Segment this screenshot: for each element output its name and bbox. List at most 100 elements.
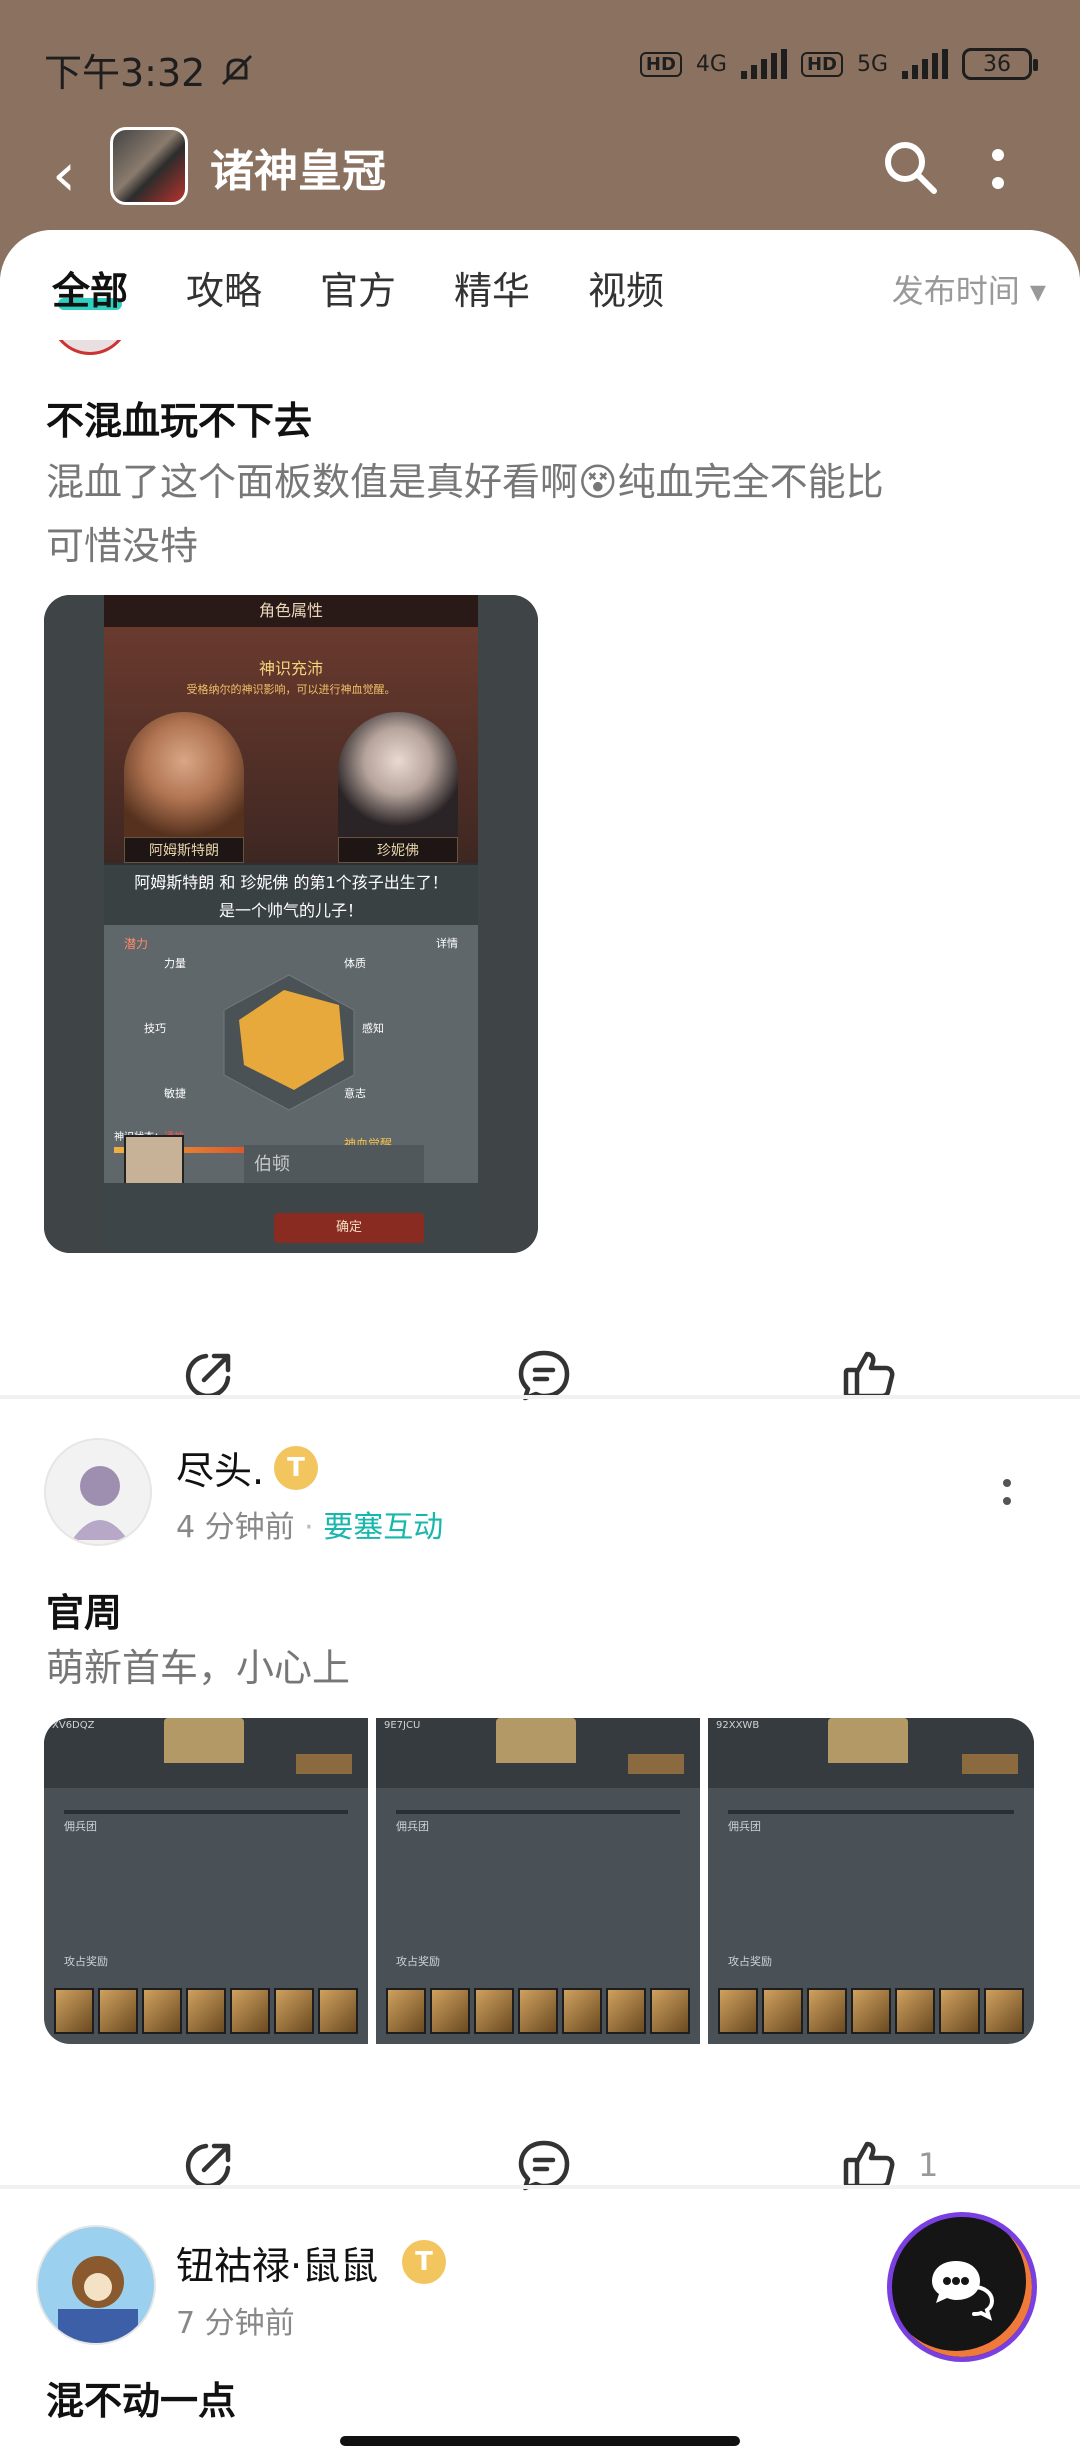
radar-chart — [223, 974, 355, 1111]
hd-badge: HD — [800, 51, 843, 77]
battery-level: 36 — [983, 51, 1011, 77]
post-image[interactable]: 92XXWB 佣兵团 攻占奖励 — [708, 1718, 1034, 2044]
image-footer: 确定 — [104, 1183, 478, 1253]
sort-dropdown[interactable]: 发布时间 ▾ — [892, 266, 1046, 312]
signal-icon — [902, 49, 948, 79]
reward-label: 攻占奖励 — [64, 1955, 108, 1968]
like-count: 1 — [918, 2146, 939, 2184]
stat-label: 意志 — [344, 1087, 366, 1100]
reward-label: 攻占奖励 — [728, 1955, 772, 1968]
castle-icon — [164, 1718, 244, 1763]
father-name: 阿姆斯特朗 — [124, 837, 244, 863]
room-code: XV6DQZ — [52, 1720, 95, 1731]
network-type: 5G — [856, 51, 888, 77]
create-post-button[interactable] — [887, 2212, 1037, 2362]
chat-icon — [932, 2261, 995, 2321]
post-title[interactable]: 不混血玩不下去 — [46, 390, 312, 445]
room-code: 9E7JCU — [384, 1720, 421, 1731]
status-time-group: 下午3:32 — [44, 42, 255, 97]
home-indicator — [340, 2436, 740, 2446]
search-icon[interactable] — [880, 137, 940, 197]
image-button — [296, 1754, 352, 1774]
avatar[interactable] — [36, 2225, 156, 2345]
like-button[interactable] — [840, 1330, 918, 1420]
room-code: 92XXWB — [716, 1720, 760, 1731]
image-side-panel — [478, 595, 538, 1253]
banner-title: 神识充沛 — [258, 659, 323, 678]
image-button — [628, 1754, 684, 1774]
castle-icon — [496, 1718, 576, 1763]
network-type: 4G — [695, 51, 727, 77]
tab-featured[interactable]: 精华 — [454, 260, 530, 315]
post-body[interactable]: 萌新首车，小心上 — [46, 1636, 350, 1700]
stat-label: 体质 — [344, 957, 366, 970]
post-divider — [0, 1395, 1080, 1399]
tab-guide[interactable]: 攻略 — [186, 260, 262, 315]
comment-button[interactable] — [515, 2120, 573, 2210]
post-divider — [0, 2185, 1080, 2189]
stat-label: 敏捷 — [164, 1087, 186, 1100]
group-label: 佣兵团 — [728, 1820, 761, 1833]
post-title[interactable]: 混不动一点 — [46, 2370, 236, 2425]
progress-bar — [728, 1810, 1014, 1814]
post-body-line: 可惜没特 — [46, 524, 199, 568]
back-icon[interactable]: ‹ — [52, 145, 76, 205]
announce-line: 是一个帅气的儿子！ — [218, 901, 363, 920]
group-label: 佣兵团 — [396, 1820, 429, 1833]
more-icon[interactable] — [990, 147, 1006, 197]
status-indicators: HD 4G HD 5G 36 — [639, 48, 1038, 80]
mute-icon — [222, 54, 253, 85]
progress-bar — [64, 1810, 348, 1814]
level-badge: T — [274, 1446, 318, 1490]
post-meta: 4 分钟前 · 要塞互动 — [176, 1510, 444, 1545]
image-side-panel — [44, 595, 104, 1253]
reward-items — [386, 1988, 690, 2034]
avatar-image — [72, 1466, 128, 1540]
signal-icon — [740, 49, 787, 79]
share-button[interactable] — [180, 1330, 238, 1420]
group-label: 佣兵团 — [64, 1820, 97, 1833]
hd-badge: HD — [639, 51, 682, 77]
post-image[interactable]: 角色属性 神识充沛 受格纳尔的神识影响，可以进行神血觉醒。 阿姆斯特朗 珍妮佛 … — [44, 595, 538, 1253]
reward-items — [718, 1988, 1024, 2034]
tab-official[interactable]: 官方 — [320, 260, 396, 315]
father-portrait — [124, 712, 244, 852]
stat-label: 感知 — [362, 1022, 384, 1035]
tab-bar: 全部 攻略 官方 精华 视频 发布时间 ▾ — [0, 230, 1080, 340]
post-image[interactable]: 9E7JCU 佣兵团 攻占奖励 — [376, 1718, 700, 2044]
avatar-image — [58, 2256, 138, 2343]
post-time: 4 分钟前 — [176, 1510, 295, 1545]
status-bar: 下午3:32 HD 4G HD 5G 36 — [0, 0, 1080, 140]
share-button[interactable] — [180, 2120, 238, 2210]
castle-icon — [828, 1718, 908, 1763]
mother-portrait — [338, 712, 458, 852]
post-body[interactable]: 混血了这个面板数值是真好看啊😵纯血完全不能比 可惜没特 — [46, 450, 884, 578]
like-button[interactable]: 1 — [840, 2120, 938, 2210]
game-banner: 神识充沛 受格纳尔的神识影响，可以进行神血觉醒。 阿姆斯特朗 珍妮佛 — [104, 627, 478, 863]
post-image[interactable]: XV6DQZ 佣兵团 攻占奖励 — [44, 1718, 368, 2044]
detail-label: 详情 — [436, 937, 458, 950]
tab-video[interactable]: 视频 — [588, 260, 664, 315]
avatar[interactable] — [44, 1438, 152, 1546]
author-name[interactable]: 钮祜禄·鼠鼠 — [176, 2235, 378, 2290]
author-name[interactable]: 尽头. — [176, 1440, 264, 1495]
game-icon[interactable] — [110, 127, 188, 205]
name-input: 伯顿 — [244, 1145, 424, 1185]
tab-all[interactable]: 全部 — [52, 260, 128, 315]
announce-line: 阿姆斯特朗 和 珍妮佛 的第1个孩子出生了！ — [134, 873, 448, 892]
banner-subtitle: 受格纳尔的神识影响，可以进行神血觉醒。 — [186, 683, 396, 696]
more-icon[interactable] — [1002, 1478, 1012, 1528]
stat-label: 力量 — [164, 957, 186, 970]
mother-name: 珍妮佛 — [338, 837, 458, 863]
reward-label: 攻占奖励 — [396, 1955, 440, 1968]
confirm-button: 确定 — [274, 1213, 424, 1243]
comment-button[interactable] — [515, 1330, 573, 1420]
content-card: 全部 攻略 官方 精华 视频 发布时间 ▾ 不混血玩不下去 混血了这个面板数值是… — [0, 230, 1080, 2460]
post-tag[interactable]: 要塞互动 — [323, 1510, 443, 1545]
app-header: ‹ 诸神皇冠 — [0, 125, 1080, 235]
birth-announcement: 阿姆斯特朗 和 珍妮佛 的第1个孩子出生了！ 是一个帅气的儿子！ — [104, 865, 478, 925]
progress-bar — [396, 1810, 680, 1814]
stat-label: 技巧 — [144, 1022, 166, 1035]
post-title[interactable]: 官周 — [46, 1582, 122, 1637]
status-time: 下午3:32 — [44, 51, 206, 95]
